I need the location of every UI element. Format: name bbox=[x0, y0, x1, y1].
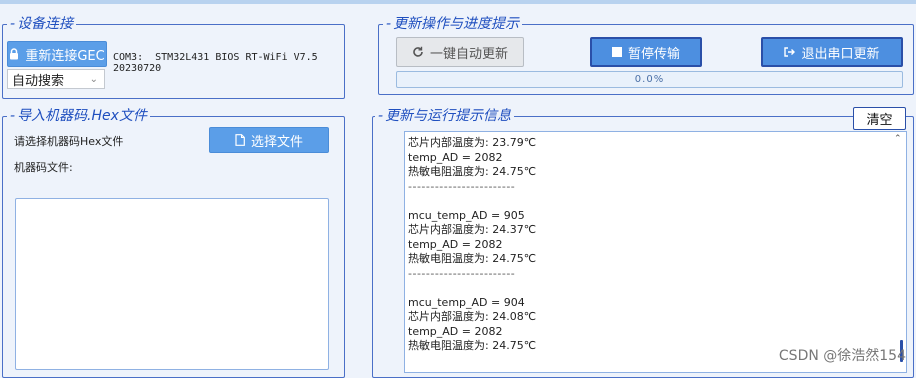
hex-file-label: 机器码文件: bbox=[14, 161, 73, 174]
log-line: 热敏电阻温度为: 24.75℃ bbox=[408, 165, 537, 178]
log-line: 芯片内部温度为: 24.37℃ bbox=[408, 223, 537, 236]
stop-square-icon bbox=[611, 47, 622, 57]
update-progress-bar: 0.0% bbox=[396, 71, 903, 88]
log-line: mcu_temp_AD = 904 bbox=[408, 295, 525, 309]
auto-update-button-label: 一键自动更新 bbox=[429, 46, 508, 62]
window-top-bar bbox=[0, 0, 916, 4]
exit-icon bbox=[784, 47, 796, 57]
log-line: ------------------------ bbox=[408, 179, 516, 193]
lock-icon bbox=[9, 48, 19, 60]
device-info-line2: 20230720 bbox=[113, 63, 162, 74]
update-progress-text: 0.0% bbox=[634, 74, 665, 85]
update-operations-group: - 更新操作与进度提示 一键自动更新 暂停传输 退出串口更新 0.0% bbox=[378, 15, 914, 95]
log-line: mcu_temp_AD = 905 bbox=[408, 208, 525, 222]
hex-import-legend: - 导入机器码.Hex文件 bbox=[7, 107, 150, 125]
csdn-watermark: CSDN @徐浩然154 bbox=[778, 348, 906, 364]
log-line: ------------------------ bbox=[408, 266, 516, 280]
log-line: 热敏电阻温度为: 24.75℃ bbox=[408, 252, 537, 265]
clear-log-button-label: 清空 bbox=[866, 113, 893, 128]
search-mode-value: 自动搜索 bbox=[12, 73, 65, 89]
run-log-group: - 更新与运行提示信息 芯片内部温度为: 23.79℃ temp_AD = 2082… bbox=[372, 107, 914, 378]
select-file-button-label: 选择文件 bbox=[250, 134, 303, 150]
hex-import-group: - 导入机器码.Hex文件 请选择机器码Hex文件 选择文件 机器码文件: bbox=[2, 107, 345, 378]
log-line: temp_AD = 2082 bbox=[408, 237, 503, 251]
reconnect-button[interactable]: 重新连接GEC bbox=[7, 41, 107, 67]
chevron-down-icon: ⌄ bbox=[89, 74, 98, 85]
run-log-legend: - 更新与运行提示信息 bbox=[375, 107, 515, 125]
log-line: temp_AD = 2082 bbox=[408, 150, 503, 164]
log-line: 热敏电阻温度为: 24.75℃ bbox=[408, 339, 537, 352]
log-line: temp_AD = 2082 bbox=[408, 324, 503, 338]
log-line: 芯片内部温度为: 24.08℃ bbox=[408, 310, 537, 323]
file-icon bbox=[235, 134, 245, 146]
auto-update-button[interactable]: 一键自动更新 bbox=[396, 37, 524, 67]
update-operations-legend: - 更新操作与进度提示 bbox=[383, 15, 523, 33]
hex-file-prompt: 请选择机器码Hex文件 bbox=[14, 135, 124, 148]
exit-serial-update-button[interactable]: 退出串口更新 bbox=[761, 37, 903, 67]
pause-transfer-button-label: 暂停传输 bbox=[627, 46, 680, 62]
hex-file-content-area[interactable] bbox=[15, 198, 329, 370]
clear-log-button[interactable]: 清空 bbox=[853, 107, 906, 130]
refresh-icon bbox=[412, 46, 424, 58]
pause-transfer-button[interactable]: 暂停传输 bbox=[590, 37, 702, 67]
device-connection-legend: - 设备连接 bbox=[7, 15, 77, 33]
select-file-button[interactable]: 选择文件 bbox=[209, 127, 329, 153]
reconnect-button-label: 重新连接GEC bbox=[25, 48, 105, 64]
scroll-up-icon[interactable]: ⌃ bbox=[894, 134, 904, 144]
device-connection-group: - 设备连接 重新连接GEC COM3: STM32L431 BIOS RT-Wi… bbox=[2, 15, 345, 99]
exit-serial-update-button-label: 退出串口更新 bbox=[801, 46, 880, 62]
log-line: 芯片内部温度为: 23.79℃ bbox=[408, 136, 537, 149]
run-log-lines: 芯片内部温度为: 23.79℃ temp_AD = 2082 热敏电阻温度为: 24… bbox=[408, 136, 536, 354]
search-mode-select[interactable]: 自动搜索 ⌄ bbox=[7, 69, 105, 89]
run-log-textarea[interactable]: 芯片内部温度为: 23.79℃ temp_AD = 2082 热敏电阻温度为: 24… bbox=[404, 131, 907, 373]
